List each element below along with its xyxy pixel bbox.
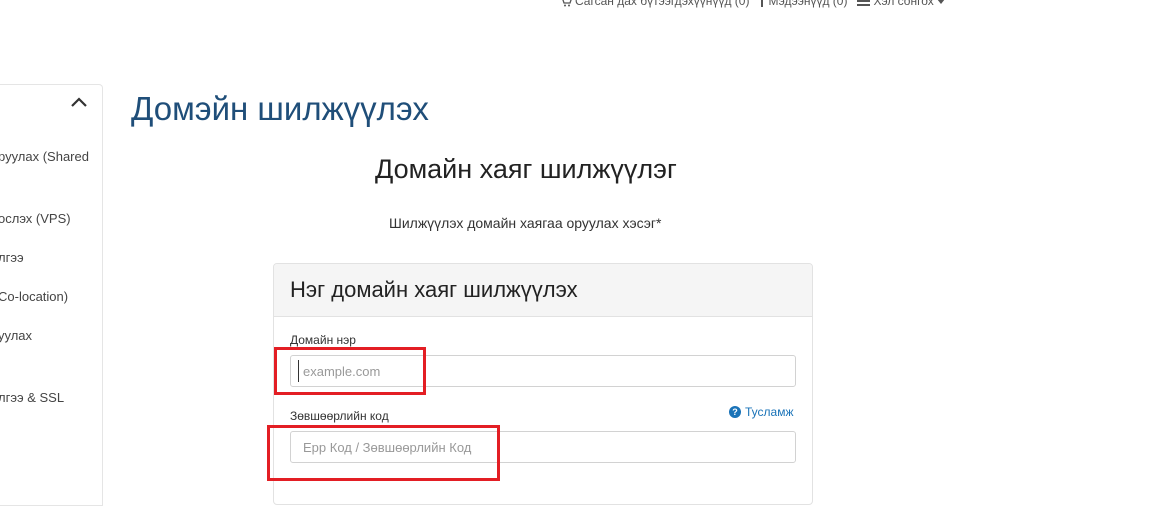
card-header: Нэг домайн хаяг шилжүүлэх <box>274 264 812 317</box>
sidebar-item-ssl[interactable]: лгээ & SSL <box>0 390 64 405</box>
domain-name-label: Домайн нэр <box>290 333 356 347</box>
card-title: Нэг домайн хаяг шилжүүлэх <box>290 277 578 302</box>
help-link[interactable]: ? Туслaмж <box>729 405 793 419</box>
sidebar-item-shared-hosting[interactable]: руулах (Shared <box>0 149 89 164</box>
info-icon <box>761 0 764 7</box>
domain-name-input[interactable] <box>290 355 796 387</box>
language-icon <box>857 0 871 6</box>
sidebar-item-hosting[interactable]: уулах <box>0 328 32 343</box>
notifications-label: Мэдээнүүд (0) <box>768 0 848 8</box>
text-cursor <box>298 360 299 382</box>
domain-transfer-card: Нэг домайн хаяг шилжүүлэх Домайн нэр Зөв… <box>273 263 813 505</box>
sidebar-item-service[interactable]: лгээ <box>0 250 24 265</box>
notifications-link[interactable]: Мэдээнүүд (0) <box>759 0 847 8</box>
section-title: Домайн хаяг шилжүүлэг <box>375 154 677 184</box>
caret-down-icon <box>937 0 944 4</box>
auth-code-input[interactable] <box>290 431 796 463</box>
help-label: Туслaмж <box>745 405 794 419</box>
cart-label: Сагсан дах бүтээгдэхүүнүүд (0) <box>575 0 750 8</box>
sidebar-item-vps[interactable]: ослэх (VPS) <box>0 211 71 226</box>
cart-icon <box>562 0 572 6</box>
auth-code-label: Зөвшөөрлийн код <box>290 409 389 423</box>
section-subtitle: Шилжүүлэх домайн хаягаа оруулах хэсэг* <box>389 215 662 231</box>
top-bar: Сагсан дах бүтээгдэхүүнүүд (0) Мэдээнүүд… <box>560 0 945 11</box>
language-label: Хэл сонгох <box>873 0 934 8</box>
page-title: Домэйн шилжүүлэх <box>131 90 429 127</box>
chevron-up-icon[interactable] <box>70 95 88 109</box>
cart-link[interactable]: Сагсан дах бүтээгдэхүүнүүд (0) <box>560 0 749 8</box>
question-circle-icon: ? <box>729 406 741 418</box>
sidebar-item-colocation[interactable]: Co-location) <box>0 289 68 304</box>
sidebar-panel: руулах (Shared ослэх (VPS) лгээ Co-locat… <box>0 84 103 506</box>
language-selector[interactable]: Хэл сонгох <box>857 0 944 8</box>
